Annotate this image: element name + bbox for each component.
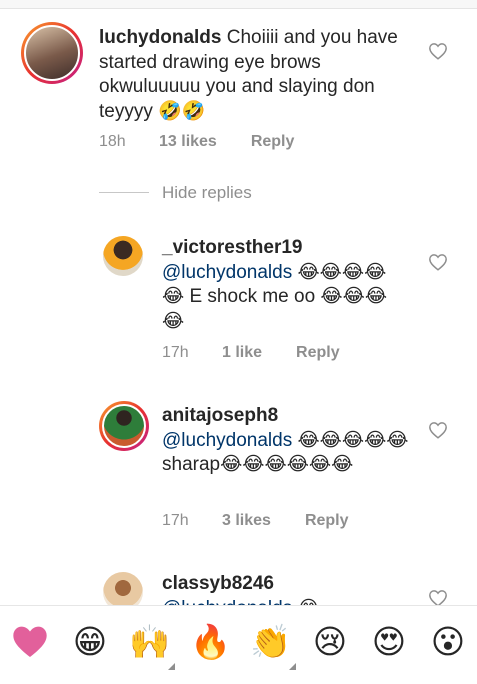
avatar[interactable] bbox=[21, 22, 83, 84]
comment-likes[interactable]: 13 likes bbox=[159, 133, 217, 151]
variant-corner-icon bbox=[168, 663, 175, 670]
reply-meta: 17h 1 like Reply bbox=[162, 344, 340, 362]
clapping-hands-glyph: 👏 bbox=[250, 623, 292, 660]
like-heart-icon[interactable] bbox=[428, 42, 448, 60]
comment-username[interactable]: luchydonalds bbox=[99, 27, 221, 48]
variant-corner-icon bbox=[289, 663, 296, 670]
raising-hands-icon[interactable]: 🙌 bbox=[129, 622, 175, 670]
like-heart-icon[interactable] bbox=[428, 253, 448, 271]
comment-text: luchydonalds Choiiii and you have starte… bbox=[99, 26, 409, 124]
reply-button[interactable]: Reply bbox=[296, 344, 340, 362]
mention-link[interactable]: @luchydonalds bbox=[162, 262, 292, 283]
grinning-squint-icon[interactable]: 😁 bbox=[70, 622, 110, 662]
astonished-face-icon[interactable]: 😮 bbox=[428, 622, 468, 662]
reply-username[interactable]: _victoresther19 bbox=[162, 237, 302, 258]
heart-icon[interactable] bbox=[10, 622, 50, 662]
reply-button[interactable]: Reply bbox=[251, 133, 295, 151]
sad-face-icon[interactable]: 😢 bbox=[310, 622, 350, 662]
mention-link[interactable]: @luchydonalds bbox=[162, 430, 292, 451]
reply-likes[interactable]: 3 likes bbox=[222, 512, 271, 530]
top-divider bbox=[0, 0, 477, 9]
avatar[interactable] bbox=[103, 236, 143, 276]
comment-meta: 18h 13 likes Reply bbox=[99, 133, 294, 151]
reply-username[interactable]: anitajoseph8 bbox=[162, 405, 278, 426]
heart-eyes-icon[interactable]: 😍 bbox=[369, 622, 409, 662]
reply-button[interactable]: Reply bbox=[305, 512, 349, 530]
avatar[interactable] bbox=[99, 401, 149, 451]
hide-replies-label: Hide replies bbox=[162, 183, 252, 202]
fire-icon[interactable]: 🔥 bbox=[190, 622, 231, 662]
reply-text: _victoresther19 @luchydonalds 😂😂😂😂😂 E sh… bbox=[162, 236, 397, 334]
reply-likes[interactable]: 1 like bbox=[222, 344, 262, 362]
reply-meta: 17h 3 likes Reply bbox=[162, 512, 349, 530]
reply-time: 17h bbox=[162, 344, 189, 361]
reply-time: 17h bbox=[162, 512, 189, 529]
emoji-reaction-bar: 😁 🙌 🔥 👏 😢 😍 😮 bbox=[0, 605, 477, 684]
hide-replies-line bbox=[99, 192, 149, 193]
reply-text: anitajoseph8 @luchydonalds 😂😂😂😂😂sharap😂😂… bbox=[162, 404, 412, 478]
raising-hands-glyph: 🙌 bbox=[129, 623, 171, 660]
clapping-hands-icon[interactable]: 👏 bbox=[250, 622, 296, 670]
comment-time: 18h bbox=[99, 133, 126, 150]
like-heart-icon[interactable] bbox=[428, 421, 448, 439]
reply-username[interactable]: classyb8246 bbox=[162, 573, 274, 594]
